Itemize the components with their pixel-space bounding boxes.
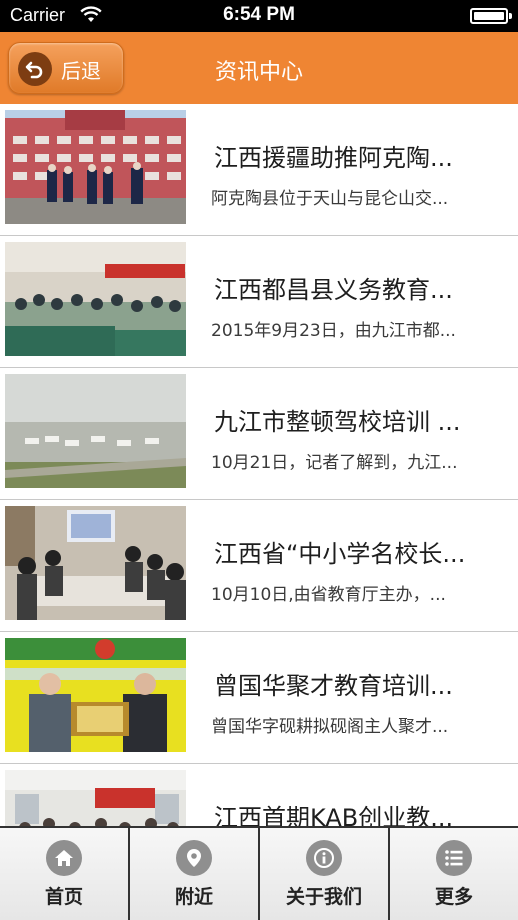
info-icon <box>306 840 342 876</box>
tab-about-us[interactable]: 关于我们 <box>260 828 390 920</box>
news-list: 江西援疆助推阿克陶... 阿克陶县位于天山与昆仑山交... 江西都昌县义务教育.… <box>0 104 518 826</box>
tab-home[interactable]: 首页 <box>0 828 130 920</box>
navigation-bar: 后退 资讯中心 <box>0 32 518 104</box>
news-summary: 曾国华字砚耕拟砚阁主人聚才... <box>211 717 449 737</box>
home-icon <box>46 840 82 876</box>
tab-more-label: 更多 <box>434 886 473 908</box>
tab-bar: 首页 附近 关于我们 更多 <box>0 826 518 920</box>
news-summary: 阿克陶县位于天山与昆仑山交... <box>211 189 449 209</box>
clock: 6:54 PM <box>223 4 295 25</box>
news-thumbnail <box>5 770 186 826</box>
location-pin-icon <box>176 840 212 876</box>
news-title: 江西首期KAB创业教... <box>214 804 454 826</box>
news-item[interactable]: 江西省“中小学名校长... 10月10日,由省教育厅主办，... <box>0 500 518 632</box>
tab-more[interactable]: 更多 <box>390 828 518 920</box>
news-title: 江西省“中小学名校长... <box>214 540 466 568</box>
news-item[interactable]: 九江市整顿驾校培训 ... 10月21日，记者了解到，九江... <box>0 368 518 500</box>
tab-about-us-label: 关于我们 <box>285 886 362 908</box>
news-summary: 10月21日，记者了解到，九江... <box>211 453 458 473</box>
news-title: 九江市整顿驾校培训 ... <box>214 408 461 436</box>
news-item[interactable]: 江西援疆助推阿克陶... 阿克陶县位于天山与昆仑山交... <box>0 104 518 236</box>
news-item[interactable]: 江西首期KAB创业教... <box>0 764 518 826</box>
news-thumbnail <box>5 242 186 356</box>
tab-nearby-label: 附近 <box>174 886 213 908</box>
battery-icon <box>470 8 512 24</box>
news-item[interactable]: 曾国华聚才教育培训... 曾国华字砚耕拟砚阁主人聚才... <box>0 632 518 764</box>
news-item[interactable]: 江西都昌县义务教育... 2015年9月23日，由九江市都... <box>0 236 518 368</box>
news-summary: 2015年9月23日，由九江市都... <box>211 321 456 341</box>
news-title: 江西援疆助推阿克陶... <box>214 144 453 172</box>
list-icon <box>436 840 472 876</box>
news-title: 曾国华聚才教育培训... <box>214 672 453 700</box>
news-thumbnail <box>5 374 186 488</box>
tab-home-label: 首页 <box>44 886 83 908</box>
news-thumbnail <box>5 110 186 224</box>
news-thumbnail <box>5 638 186 752</box>
news-thumbnail <box>5 506 186 620</box>
status-bar: Carrier 6:54 PM <box>0 0 518 32</box>
tab-nearby[interactable]: 附近 <box>130 828 260 920</box>
page-title: 资讯中心 <box>214 60 303 85</box>
news-title: 江西都昌县义务教育... <box>214 276 453 304</box>
news-summary: 10月10日,由省教育厅主办，... <box>211 585 446 605</box>
